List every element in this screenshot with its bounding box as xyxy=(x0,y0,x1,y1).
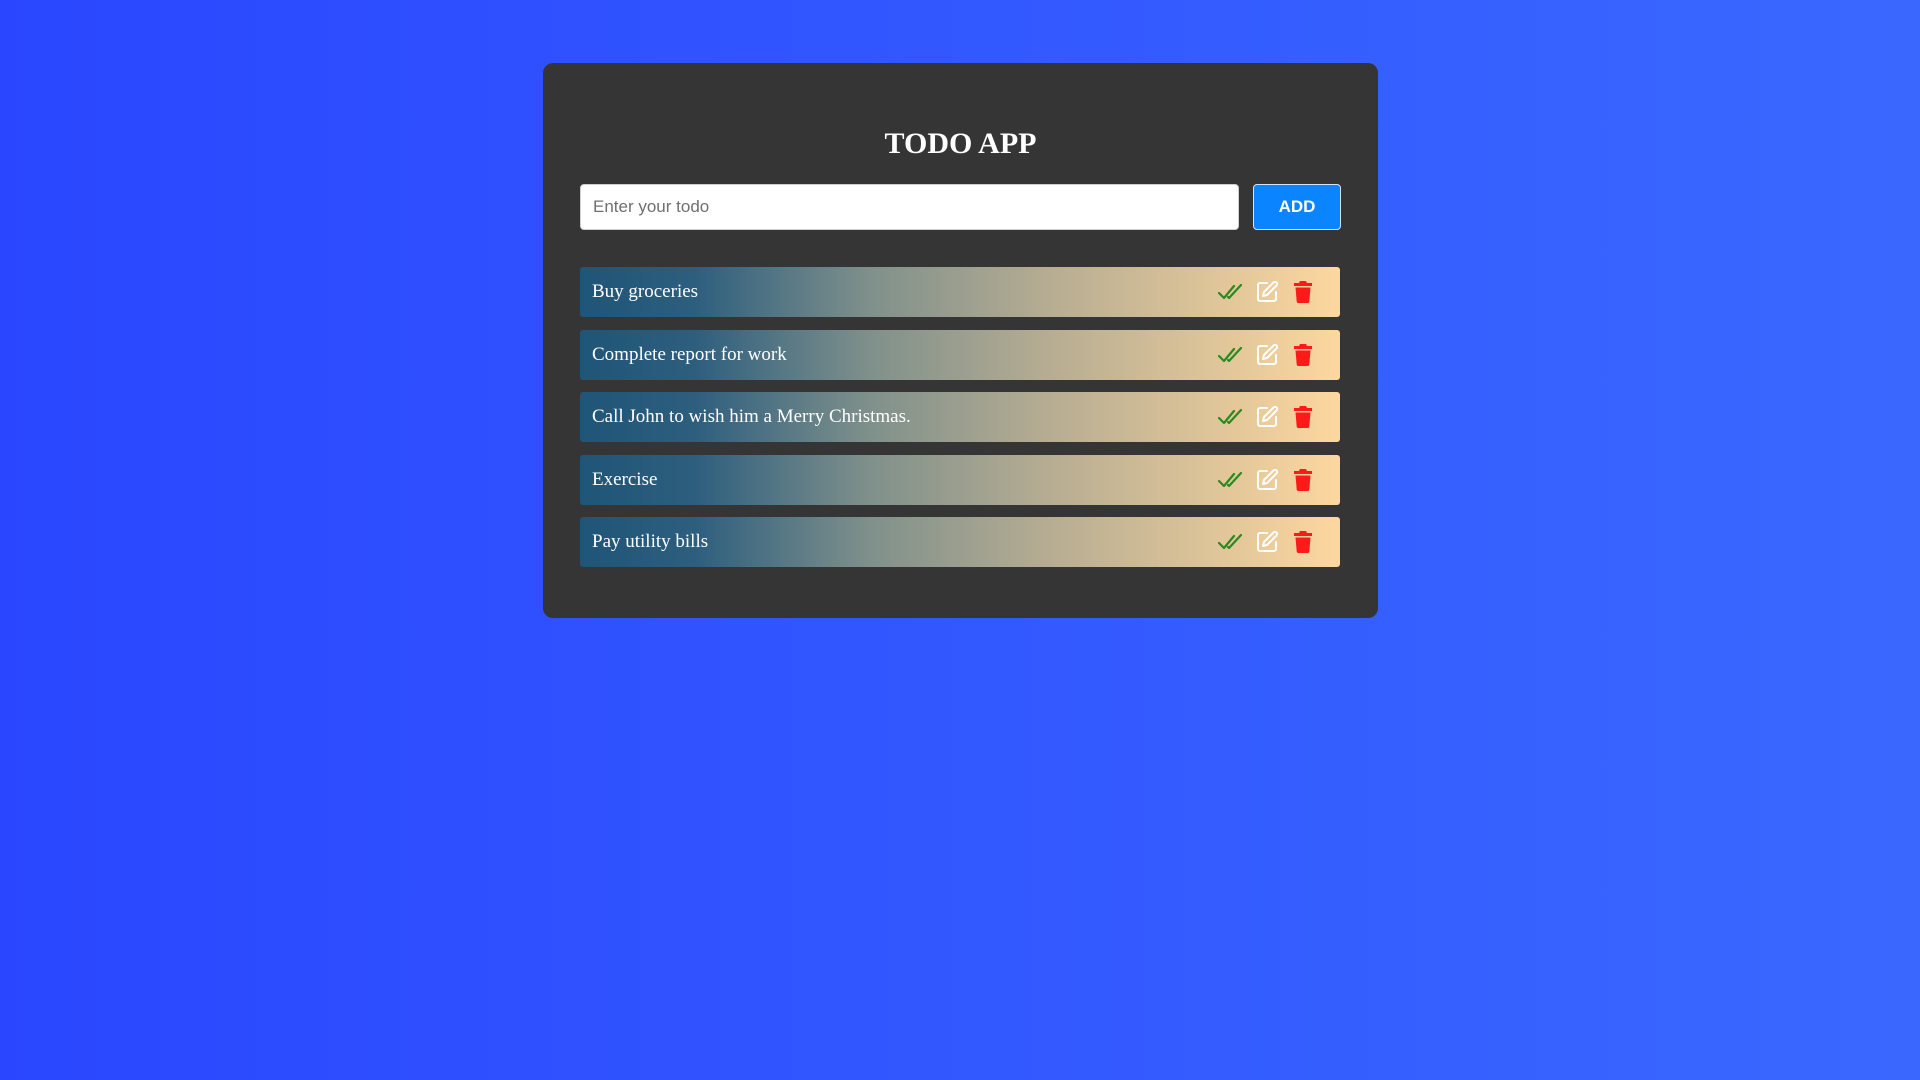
double-check-icon[interactable] xyxy=(1218,529,1244,555)
todo-item: Complete report for work xyxy=(580,329,1340,380)
edit-icon[interactable] xyxy=(1254,279,1280,305)
app-title: TODO APP xyxy=(884,127,1037,160)
trash-icon[interactable] xyxy=(1290,529,1316,555)
todo-text: Pay utility bills xyxy=(592,531,709,552)
todo-text: Exercise xyxy=(592,468,658,490)
double-check-icon[interactable] xyxy=(1218,342,1244,368)
todo-item: Exercise xyxy=(580,454,1340,505)
todo-item: Pay utility bills xyxy=(580,517,1340,567)
todo-actions xyxy=(1218,529,1316,555)
todo-input[interactable] xyxy=(580,184,1239,230)
double-check-icon[interactable] xyxy=(1218,467,1244,493)
add-todo-form: ADD xyxy=(580,184,1341,232)
todo-actions xyxy=(1218,467,1316,493)
double-check-icon[interactable] xyxy=(1218,404,1244,430)
trash-icon[interactable] xyxy=(1290,404,1316,430)
trash-icon[interactable] xyxy=(1290,342,1316,368)
todo-list: Buy groceries Complete report for work C… xyxy=(580,267,1340,580)
todo-item: Call John to wish him a Merry Christmas. xyxy=(580,392,1340,442)
todo-text: Buy groceries xyxy=(592,281,699,302)
edit-icon[interactable] xyxy=(1254,342,1280,368)
edit-icon[interactable] xyxy=(1254,529,1280,555)
todo-item: Buy groceries xyxy=(580,267,1340,317)
trash-icon[interactable] xyxy=(1290,279,1316,305)
add-button[interactable]: ADD xyxy=(1253,184,1341,230)
todo-actions xyxy=(1218,279,1316,305)
todo-actions xyxy=(1218,404,1316,430)
todo-text: Call John to wish him a Merry Christmas. xyxy=(592,406,911,427)
trash-icon[interactable] xyxy=(1290,467,1316,493)
todo-text: Complete report for work xyxy=(592,343,787,365)
edit-icon[interactable] xyxy=(1254,404,1280,430)
edit-icon[interactable] xyxy=(1254,467,1280,493)
todo-app-card: TODO APP ADD Buy groceries xyxy=(543,63,1378,618)
double-check-icon[interactable] xyxy=(1218,279,1244,305)
todo-actions xyxy=(1218,342,1316,368)
